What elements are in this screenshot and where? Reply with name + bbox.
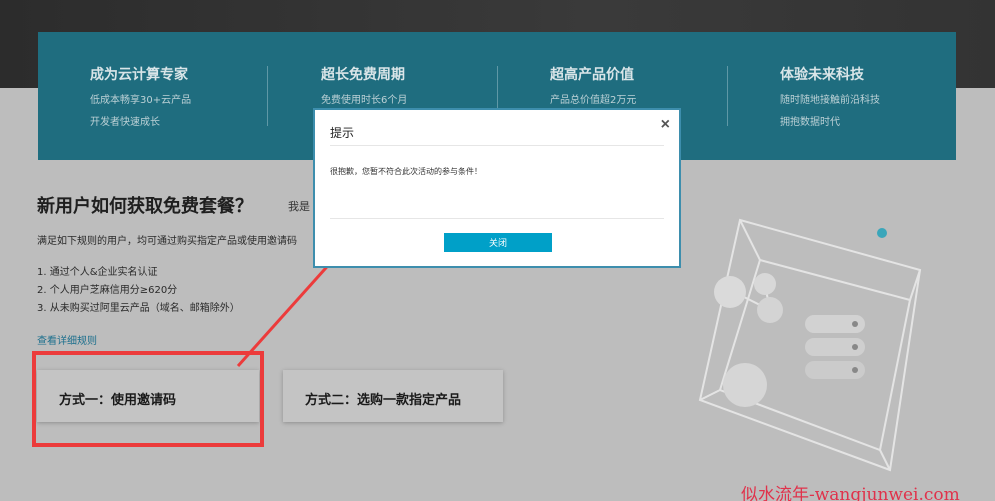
dialog-title: 提示 (330, 126, 355, 140)
feature-line: 随时随地接触前沿科技 (780, 95, 880, 106)
dialog-divider (330, 218, 664, 219)
feature-title: 成为云计算专家 (90, 67, 188, 83)
side-note-text: 我是 (288, 200, 310, 213)
feature-line: 免费使用时长6个月 (321, 95, 408, 106)
view-detailed-rules-link[interactable]: 查看详细规则 (37, 332, 97, 347)
rule-item: 1. 通过个人&企业实名认证 (37, 267, 158, 278)
tech-cube-illustration (698, 218, 922, 472)
rule-item: 3. 从未购买过阿里云产品（域名、邮箱除外） (37, 303, 240, 314)
banner-feature-4: 体验未来科技 随时随地接触前沿科技 拥抱数据时代 (780, 64, 980, 128)
close-icon[interactable]: × (661, 116, 670, 134)
method-invite-code-card[interactable]: 方式一：使用邀请码 (37, 370, 259, 422)
alert-dialog: 提示 × 很抱歉，您暂不符合此次活动的参与条件！ 关闭 (313, 108, 681, 268)
banner-feature-1: 成为云计算专家 低成本畅享30+云产品 开发者快速成长 (90, 64, 290, 128)
banner-feature-3: 超高产品价值 产品总价值超2万元 (550, 64, 750, 106)
banner-divider (727, 66, 728, 126)
rule-item: 2. 个人用户芝麻信用分≥620分 (37, 285, 178, 296)
feature-line: 拥抱数据时代 (780, 117, 840, 128)
method-label: 方式二：选购一款指定产品 (305, 393, 462, 408)
feature-title: 超长免费周期 (321, 67, 405, 83)
feature-title: 体验未来科技 (780, 67, 864, 83)
intro-text: 满足如下规则的用户，均可通过购买指定产品或使用邀请码 (37, 236, 297, 247)
watermark-text: 似水流年-wangjunwei.com (741, 485, 960, 501)
close-button[interactable]: 关闭 (444, 233, 552, 252)
method-select-product-card[interactable]: 方式二：选购一款指定产品 (283, 370, 503, 422)
feature-line: 开发者快速成长 (90, 117, 160, 128)
feature-line: 低成本畅享30+云产品 (90, 95, 192, 106)
method-label: 方式一：使用邀请码 (59, 393, 177, 408)
page-heading: 新用户如何获取免费套餐？ (37, 196, 253, 217)
feature-title: 超高产品价值 (550, 67, 634, 83)
dialog-divider (330, 145, 664, 146)
banner-divider (267, 66, 268, 126)
dialog-message: 很抱歉，您暂不符合此次活动的参与条件！ (330, 167, 482, 176)
eligibility-rules: 1. 通过个人&企业实名认证 2. 个人用户芝麻信用分≥620分 3. 从未购买… (37, 264, 240, 318)
feature-line: 产品总价值超2万元 (550, 95, 637, 106)
banner-feature-2: 超长免费周期 免费使用时长6个月 (321, 64, 521, 106)
